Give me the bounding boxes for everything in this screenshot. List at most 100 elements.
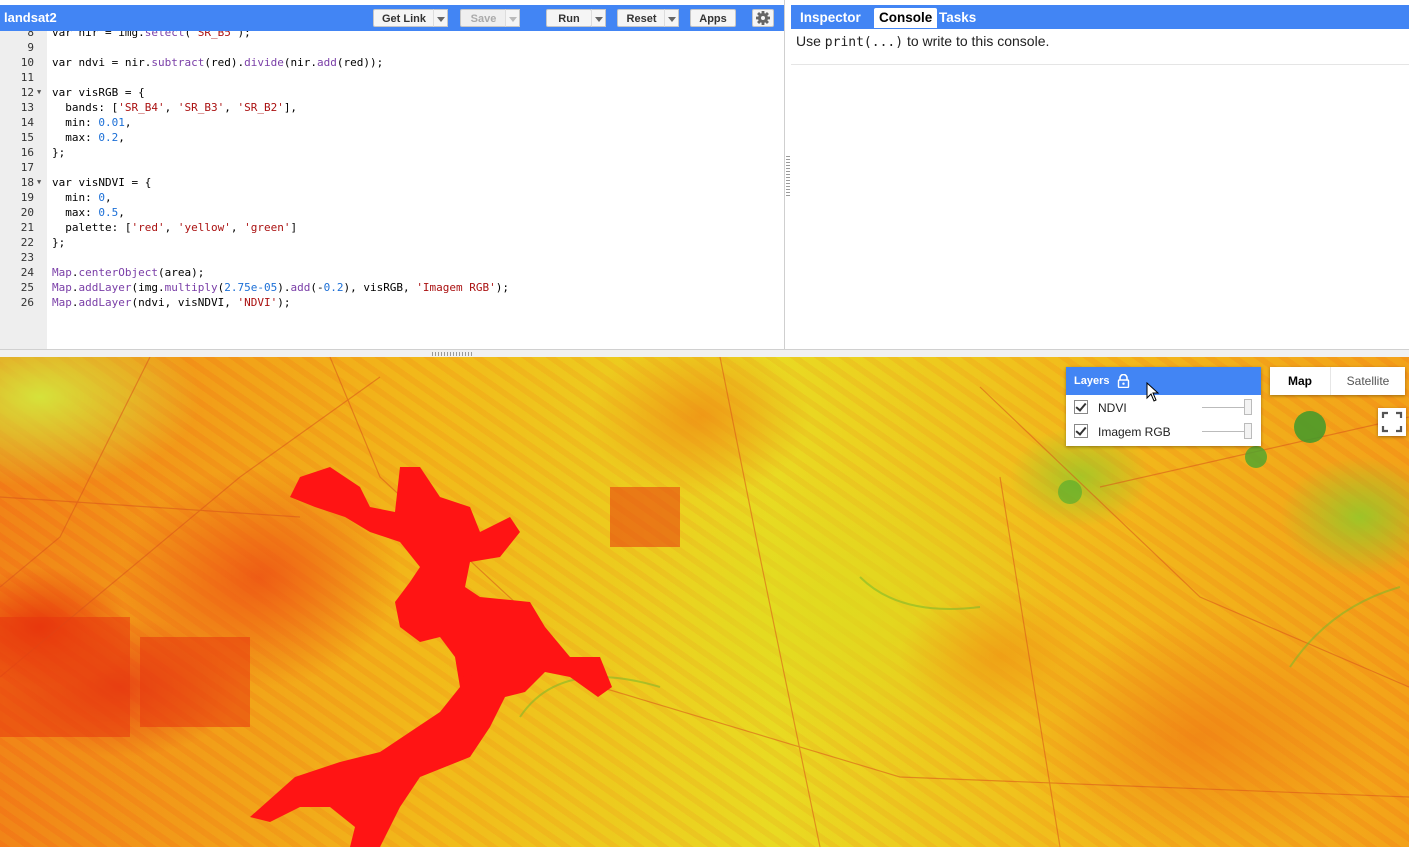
get-link-button[interactable]: Get Link [373, 9, 435, 27]
code-text: var nir = img.select('SR_B5'); [52, 31, 251, 39]
fullscreen-button[interactable] [1378, 408, 1406, 436]
code-text: bands: ['SR_B4', 'SR_B3', 'SR_B2'], [52, 101, 298, 114]
code-line[interactable]: 14 min: 0.01, [0, 115, 780, 130]
code-line[interactable]: 22}; [0, 235, 780, 250]
layer-imagem-rgb-opacity-track[interactable] [1202, 431, 1248, 432]
code-text: min: 0.01, [52, 116, 132, 129]
line-number: 20 [20, 206, 34, 219]
tab-console[interactable]: Console [874, 8, 938, 28]
line-number: 21 [20, 221, 34, 234]
code-text: max: 0.5, [52, 206, 125, 219]
console-message-prefix: Use [796, 33, 825, 49]
console-message-suffix: to write to this console. [903, 33, 1050, 49]
map-type-map-button[interactable]: Map [1270, 367, 1331, 395]
layer-imagem-rgb-name: Imagem RGB [1098, 425, 1171, 439]
layer-imagem-rgb-checkbox[interactable] [1074, 424, 1088, 438]
line-number: 11 [20, 71, 34, 84]
layer-row-ndvi: NDVI [1066, 396, 1261, 420]
editor-toolbar: landsat2 Get Link Save Run Reset Apps [0, 5, 784, 31]
code-line[interactable]: 25 Map.addLayer(img.multiply(2.75e-05).ad… [0, 280, 780, 295]
code-line[interactable]: 9 [0, 40, 780, 55]
layer-ndvi-opacity-thumb[interactable] [1244, 399, 1252, 415]
code-text: var visNDVI = { [52, 176, 152, 189]
layer-row-imagem-rgb: Imagem RGB [1066, 420, 1261, 444]
line-number: 17 [20, 161, 34, 174]
code-line[interactable]: 23 [0, 250, 780, 265]
layers-title: Layers [1074, 375, 1110, 387]
line-number: 26 [20, 296, 34, 309]
code-text: max: 0.2, [52, 131, 125, 144]
line-number: 15 [20, 131, 34, 144]
fold-arrow-icon[interactable]: ▼ [37, 85, 41, 100]
code-text: }; [52, 236, 66, 249]
line-number: 8 [27, 31, 34, 39]
code-area[interactable]: 8 var nir = img.select('SR_B5'); 9 10 var nd… [0, 31, 782, 349]
run-dropdown-icon[interactable] [591, 9, 606, 27]
console-message: Use print(...) to write to this console. [796, 33, 1049, 50]
fullscreen-icon [1381, 411, 1403, 433]
code-text: min: 0, [52, 191, 112, 204]
layer-ndvi-name: NDVI [1098, 401, 1127, 415]
map-type-satellite-button[interactable]: Satellite [1331, 367, 1405, 395]
layer-ndvi-opacity-track[interactable] [1202, 407, 1248, 408]
code-line[interactable]: 20 max: 0.5, [0, 205, 780, 220]
right-panel-tabs: Inspector Console Tasks [791, 5, 1409, 29]
code-text: var visRGB = { [52, 86, 145, 99]
run-button[interactable]: Run [546, 9, 592, 27]
settings-gear-button[interactable] [752, 9, 774, 27]
fold-arrow-icon[interactable]: ▼ [37, 175, 41, 190]
line-number: 19 [20, 191, 34, 204]
code-text: Map.addLayer(ndvi, visNDVI, 'NDVI'); [52, 296, 291, 309]
code-text: }; [52, 146, 66, 159]
console-divider [791, 64, 1409, 65]
code-line[interactable]: 21 palette: ['red', 'yellow', 'green'] [0, 220, 780, 235]
vertical-split-handle[interactable] [786, 156, 790, 198]
map-type-control: Map Satellite [1270, 367, 1405, 395]
line-number: 18 [20, 176, 34, 189]
line-number: 14 [20, 116, 34, 129]
tab-tasks[interactable]: Tasks [934, 8, 981, 28]
reset-dropdown-icon[interactable] [664, 9, 679, 27]
code-line[interactable]: 13 bands: ['SR_B4', 'SR_B3', 'SR_B2'], [0, 100, 780, 115]
code-text: Map.centerObject(area); [52, 266, 205, 279]
line-number: 24 [20, 266, 34, 279]
layer-imagem-rgb-opacity-thumb[interactable] [1244, 423, 1252, 439]
console-message-code: print(...) [824, 35, 904, 50]
get-link-dropdown-icon[interactable] [433, 9, 448, 27]
line-number: 22 [20, 236, 34, 249]
code-text: palette: ['red', 'yellow', 'green'] [52, 221, 298, 234]
lock-icon[interactable] [1117, 374, 1130, 388]
mouse-cursor-icon [1146, 382, 1160, 402]
code-line[interactable]: 18 ▼ var visNDVI = { [0, 175, 780, 190]
code-line[interactable]: 8 var nir = img.select('SR_B5'); [0, 31, 780, 40]
tab-inspector[interactable]: Inspector [795, 8, 866, 28]
code-line[interactable]: 11 [0, 70, 780, 85]
save-button[interactable]: Save [460, 9, 507, 27]
layers-header[interactable]: Layers [1066, 367, 1261, 395]
line-number: 25 [20, 281, 34, 294]
script-name: landsat2 [4, 10, 57, 25]
layer-ndvi-checkbox[interactable] [1074, 400, 1088, 414]
save-dropdown-icon[interactable] [505, 9, 520, 27]
code-text: Map.addLayer(img.multiply(2.75e-05).add(… [52, 281, 510, 294]
code-text: var ndvi = nir.subtract(red).divide(nir.… [52, 56, 384, 69]
layers-panel: Layers NDVI Imagem RGB [1066, 367, 1261, 446]
code-line[interactable]: 10 var ndvi = nir.subtract(red).divide(ni… [0, 55, 780, 70]
right-panel: Inspector Console Tasks Use print(...) t… [791, 0, 1409, 349]
code-line[interactable]: 16}; [0, 145, 780, 160]
code-line[interactable]: 26 Map.addLayer(ndvi, visNDVI, 'NDVI'); [0, 295, 780, 310]
code-line[interactable]: 17 [0, 160, 780, 175]
code-editor-panel: landsat2 Get Link Save Run Reset Apps 8 v… [0, 0, 785, 349]
split-grip-icon[interactable] [432, 352, 474, 356]
code-line[interactable]: 19 min: 0, [0, 190, 780, 205]
gear-icon [756, 11, 770, 25]
line-number: 16 [20, 146, 34, 159]
code-line[interactable]: 12 ▼ var visRGB = { [0, 85, 780, 100]
line-number: 23 [20, 251, 34, 264]
apps-button[interactable]: Apps [690, 9, 736, 27]
reset-button[interactable]: Reset [617, 9, 666, 27]
code-line[interactable]: 24 Map.centerObject(area); [0, 265, 780, 280]
line-number: 10 [20, 56, 34, 69]
line-number: 9 [27, 41, 34, 54]
code-line[interactable]: 15 max: 0.2, [0, 130, 780, 145]
